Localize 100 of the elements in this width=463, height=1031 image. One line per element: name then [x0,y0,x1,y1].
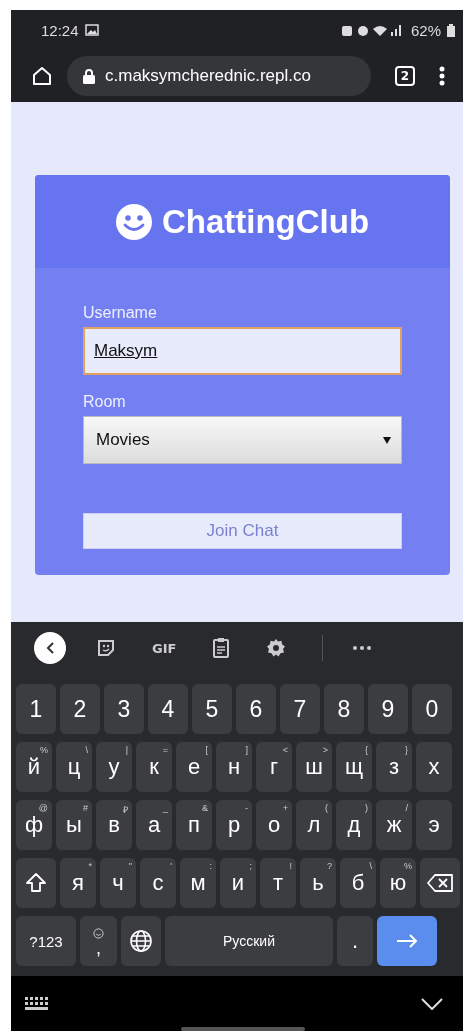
chevron-down-icon[interactable] [421,997,443,1010]
key[interactable]: 7 [280,684,320,734]
key[interactable]: и ; [220,858,256,908]
key[interactable]: я * [60,858,96,908]
key[interactable]: э [416,800,452,850]
home-icon[interactable] [31,65,53,87]
key[interactable]: к = [136,742,172,792]
key[interactable]: й % [16,742,52,792]
key[interactable]: н ] [216,742,252,792]
backspace-key[interactable] [420,858,460,908]
key[interactable]: м : [180,858,216,908]
key[interactable]: 0 [412,684,452,734]
shift-key[interactable] [16,858,56,908]
app-title: ChattingClub [161,202,370,241]
period-key[interactable]: . [337,916,373,966]
key-hint: < [282,745,288,755]
keyboard-icon[interactable] [25,996,49,1011]
key[interactable]: п & [176,800,212,850]
key[interactable]: ч " [100,858,136,908]
backspace-icon [427,874,453,892]
key-hint: " [128,861,132,871]
key-hint: % [404,861,412,871]
key[interactable]: р - [216,800,252,850]
field-label: Username [83,304,158,322]
key-hint: % [40,745,48,755]
comma-key[interactable]: , [80,916,117,966]
more-icon[interactable] [353,646,372,650]
key[interactable]: 2 [60,684,100,734]
key[interactable]: 3 [104,684,144,734]
menu-icon[interactable] [439,65,445,87]
key-hint: ; [249,861,252,871]
chevron-left-icon [45,641,55,655]
home-handle[interactable] [181,1027,305,1031]
room-dropdown[interactable]: Movies [83,416,402,464]
key-hint: + [282,803,288,813]
key-hint: @ [38,803,48,813]
space-key[interactable]: Русский [165,916,333,966]
key-hint: > [322,745,328,755]
key[interactable]: ж / [376,800,412,850]
key-hint: { [365,745,368,755]
key[interactable]: т ! [260,858,296,908]
key[interactable]: о + [256,800,292,850]
address-bar[interactable]: c.maksymcherednic.repl.co [67,56,371,96]
key-hint: - [245,803,248,813]
clipboard-icon[interactable] [212,637,231,659]
key-hint: ( [325,803,328,813]
key[interactable]: 8 [324,684,364,734]
key[interactable]: а _ [136,800,172,850]
key[interactable]: л ( [296,800,332,850]
smiley-icon [115,203,152,240]
key[interactable]: с ' [140,858,176,908]
symbols-key[interactable]: ?123 [16,916,76,966]
sticker-icon[interactable] [96,638,116,658]
key[interactable]: 6 [236,684,276,734]
key[interactable]: 5 [192,684,232,734]
key[interactable]: щ { [336,742,372,792]
key-hint: / [405,803,408,813]
key[interactable]: ы # [56,800,92,850]
key-hint: = [162,745,168,755]
key[interactable]: ь ? [300,858,336,908]
key[interactable]: ц \ [56,742,92,792]
smiley-icon [93,927,104,939]
arrow-right-icon [396,934,418,948]
status-time: 12:24 [41,21,79,39]
key[interactable]: 9 [368,684,408,734]
key[interactable]: 4 [148,684,188,734]
key[interactable]: х [416,742,452,792]
key-hint: ) [365,803,368,813]
key-hint: ' [170,861,172,871]
tab-count-button[interactable]: 2 [395,66,415,86]
key[interactable]: у | [96,742,132,792]
key[interactable]: г < [256,742,292,792]
enter-key[interactable] [377,916,437,966]
status-icons-drawing [340,23,403,37]
key-hint: \ [369,861,372,871]
key-hint: \ [85,745,88,755]
username-field[interactable]: Maksym [83,327,402,375]
key-hint: & [202,803,208,813]
key[interactable]: 1 [16,684,56,734]
battery-icon [447,23,455,37]
collapse-button[interactable] [34,632,66,664]
language-key[interactable] [121,916,161,966]
shift-arrow-icon [25,872,47,894]
settings-icon[interactable] [266,638,287,658]
key-hint: ] [245,745,248,755]
battery-level: 62% [410,21,441,39]
key[interactable]: в ₽ [96,800,132,850]
key-hint: } [405,745,408,755]
key[interactable]: ш > [296,742,332,792]
key[interactable]: е [ [176,742,212,792]
key[interactable]: ф @ [16,800,52,850]
key-hint: ! [289,861,292,871]
key-hint: * [88,861,92,871]
key[interactable]: б \ [340,858,376,908]
image-icon [84,24,99,36]
dropdown-caret-icon [383,436,391,444]
gif-button[interactable]: GIF [152,640,177,656]
key[interactable]: з } [376,742,412,792]
key[interactable]: д ) [336,800,372,850]
key[interactable]: ю % [380,858,416,908]
